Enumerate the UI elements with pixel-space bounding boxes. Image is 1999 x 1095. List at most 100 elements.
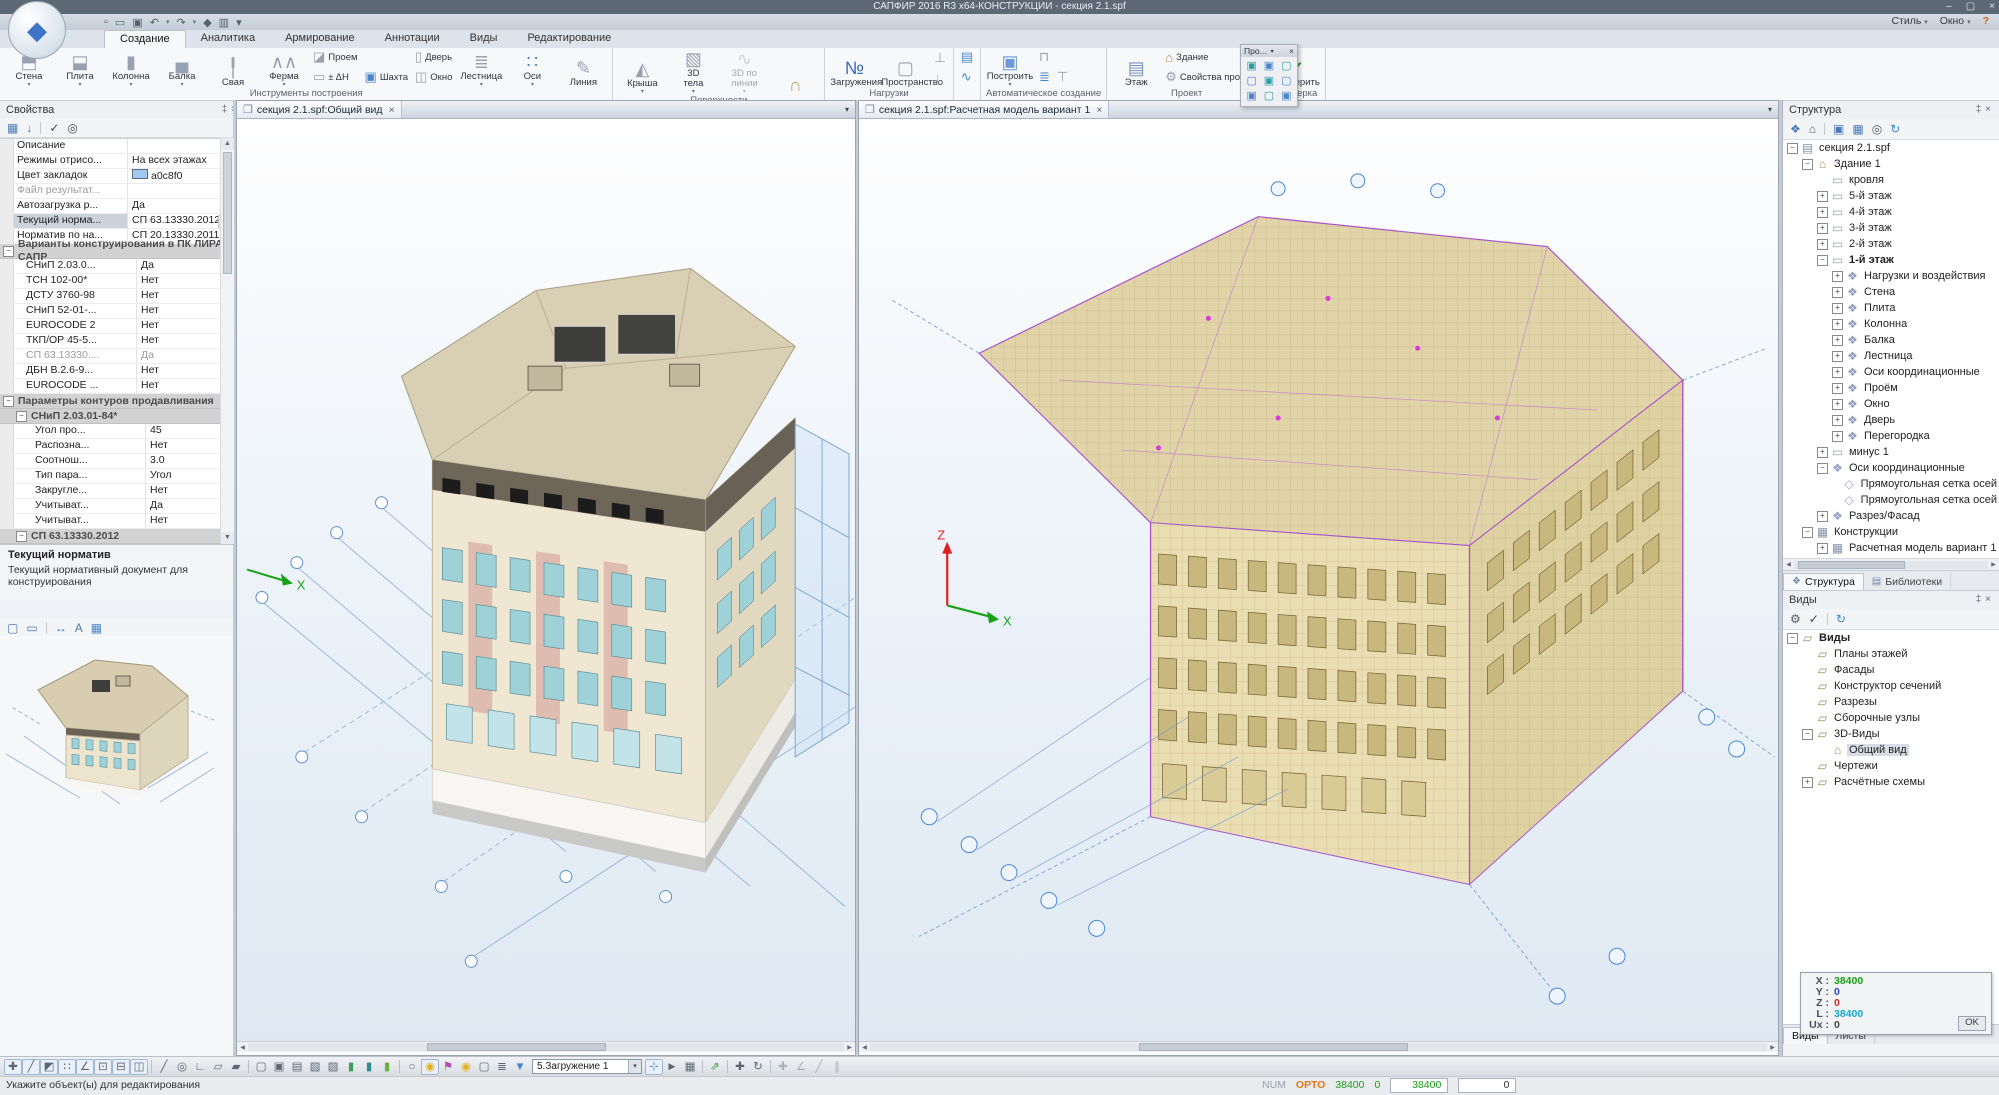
property-group[interactable]: −СНиП 2.03.01-84* (0, 409, 233, 424)
viewport1-menu-icon[interactable]: ▾ (839, 105, 855, 114)
property-value[interactable]: Нет (137, 274, 233, 288)
structure-tree-item-5[interactable]: +▭3-й этаж (1783, 220, 1999, 236)
pin-icon[interactable]: ‡ (1976, 104, 1986, 115)
property-row[interactable]: Файл результат... (0, 184, 233, 199)
structure-tree-item-24[interactable]: −▦Конструкции (1783, 524, 1999, 540)
export-icon[interactable]: ▣ (1833, 122, 1844, 136)
expand-icon[interactable]: + (1832, 399, 1843, 410)
ribbon-button-0-2[interactable]: ▮Колонна▾ (107, 52, 155, 88)
expand-icon[interactable]: + (1832, 271, 1843, 282)
scroll-right-icon[interactable]: ▶ (844, 1044, 855, 1051)
structure-tree-item-8[interactable]: +❖Нагрузки и воздействия (1783, 268, 1999, 284)
draw-circle-icon[interactable]: ◎ (173, 1059, 191, 1075)
ribbon-button-1-0[interactable]: ◭Крыша▾ (618, 59, 666, 95)
views-tree-item-5[interactable]: ▱Сборочные узлы (1783, 710, 1999, 726)
scale-disabled-icon[interactable]: ∠ (792, 1059, 810, 1075)
status-field-0[interactable]: 38400 (1390, 1078, 1448, 1093)
ribbon-button-0-5[interactable]: ∧∧Ферма▾ (260, 52, 308, 88)
snap-angle-icon[interactable]: ∠ (76, 1059, 94, 1075)
views-tree-item-8[interactable]: ▱Чертежи (1783, 758, 1999, 774)
export-icon[interactable]: ⇗ (706, 1059, 724, 1075)
property-row[interactable]: EUROCODE 2Нет (0, 319, 233, 334)
menu-1[interactable]: Окно ▾ (1940, 15, 1971, 27)
expand-icon[interactable]: + (1802, 777, 1813, 788)
ribbon-button-5-0[interactable]: ▤Этаж (1112, 58, 1160, 88)
close-icon[interactable]: × (1985, 104, 1995, 115)
palette-icon-7[interactable]: ▣ (1244, 90, 1259, 103)
viewport1-canvas[interactable]: X (237, 119, 855, 1041)
page-icon[interactable]: ▢ (7, 621, 18, 635)
bulb-off-icon[interactable]: ○ (403, 1059, 421, 1075)
ribbon-button-4-0[interactable]: ▣Построить▾ (986, 52, 1034, 88)
ribbon-button-1-3[interactable]: ∩ (771, 75, 819, 95)
expand-icon[interactable]: + (1832, 367, 1843, 378)
expand-icon[interactable]: + (1832, 383, 1843, 394)
search-icon[interactable]: ◎ (67, 121, 77, 135)
snap-grid-icon[interactable]: ∷ (58, 1059, 76, 1075)
structure-tree-item-12[interactable]: +❖Балка (1783, 332, 1999, 348)
property-row[interactable]: ТСН 102-00*Нет (0, 274, 233, 289)
viewport2-tab[interactable]: ❒ секция 2.1.spf:Расчетная модель вариан… (859, 101, 1109, 118)
snap-line-icon[interactable]: ╱ (22, 1059, 40, 1075)
ribbon-small-button-4-1-1[interactable]: ≣ (1039, 69, 1050, 85)
collapse-icon[interactable]: − (1817, 255, 1828, 266)
collapse-icon[interactable]: − (1817, 463, 1828, 474)
property-value[interactable]: Нет (137, 364, 233, 378)
viewport1-hscrollbar[interactable]: ◀ ▶ (237, 1041, 855, 1052)
viewport2-canvas[interactable]: Z X (859, 119, 1778, 1041)
structure-tree-item-6[interactable]: +▭2-й этаж (1783, 236, 1999, 252)
palette-icon-8[interactable]: ▢ (1261, 90, 1276, 103)
structure-hscrollbar[interactable]: ◀ ▶ (1783, 558, 1999, 570)
structure-tree-item-7[interactable]: −▭1-й этаж (1783, 252, 1999, 268)
property-row[interactable]: Угол про...45 (0, 424, 233, 439)
structure-tree-item-20[interactable]: −❖Оси координационные (1783, 460, 1999, 476)
scroll-thumb[interactable] (1798, 561, 1905, 569)
open-file-icon[interactable]: ▭ (115, 16, 125, 29)
property-group[interactable]: −Варианты конструирования в ПК ЛИРА-САПР (0, 244, 233, 259)
menu-0[interactable]: Стиль ▾ (1891, 15, 1927, 27)
expand-icon[interactable]: + (1832, 351, 1843, 362)
expand-icon[interactable]: + (1832, 335, 1843, 346)
ribbon-button-1-1[interactable]: ▧3D тела▾ (669, 49, 717, 95)
apply-icon[interactable]: ✓ (49, 121, 59, 135)
structure-tree-item-11[interactable]: +❖Колонна (1783, 316, 1999, 332)
structure-tree-item-21[interactable]: ◇Прямоугольная сетка осей (1783, 476, 1999, 492)
move-disabled-icon[interactable]: ✚ (774, 1059, 792, 1075)
views-tree-item-3[interactable]: ▱Конструктор сечений (1783, 678, 1999, 694)
property-row[interactable]: Автозагрузка р...Да (0, 199, 233, 214)
slope-disabled-icon[interactable]: ╱ (810, 1059, 828, 1075)
ribbon-button-0-9[interactable]: ≣Лестница▾ (457, 52, 505, 88)
scroll-thumb[interactable] (427, 1043, 606, 1051)
property-value[interactable] (128, 139, 233, 153)
expand-icon[interactable]: + (1832, 319, 1843, 330)
collapse-icon[interactable]: − (3, 396, 14, 407)
collapse-icon[interactable]: − (1787, 143, 1798, 154)
polygon2-icon[interactable]: ▰ (227, 1059, 245, 1075)
column-green-icon[interactable]: ▮ (342, 1059, 360, 1075)
structure-tree-item-9[interactable]: +❖Стена (1783, 284, 1999, 300)
viewport2-close-icon[interactable]: × (1096, 104, 1102, 116)
structure-tree-item-2[interactable]: ▭кровля (1783, 172, 1999, 188)
ribbon-button-0-3[interactable]: ▄Балка▾ (158, 52, 206, 88)
ribbon-button-2-1[interactable]: ▢Пространство (881, 58, 929, 88)
property-row[interactable]: ДБН В.2.6-9...Нет (0, 364, 233, 379)
property-row[interactable]: Учитыват...Да (0, 499, 233, 514)
ribbon-button-0-4[interactable]: ╿Свая (209, 58, 257, 88)
parallel-disabled-icon[interactable]: ∥ (828, 1059, 846, 1075)
palette-dropdown-icon[interactable]: ▾ (1271, 48, 1274, 55)
help-icon[interactable]: ? (1983, 15, 1989, 27)
apply-icon[interactable]: ✓ (1809, 612, 1819, 626)
property-row[interactable]: Описание (0, 139, 233, 154)
expand-icon[interactable]: + (1832, 431, 1843, 442)
status-field-1[interactable]: 0 (1458, 1078, 1516, 1093)
dropdown-caret-icon[interactable]: ▾ (166, 18, 170, 26)
property-row[interactable]: СНиП 52-01-...Нет (0, 304, 233, 319)
overflow-icon[interactable]: ▾ (236, 16, 242, 29)
bulb2-icon[interactable]: ◉ (457, 1059, 475, 1075)
collapse-icon[interactable]: − (1802, 159, 1813, 170)
sync-icon[interactable]: ◆ (203, 16, 211, 29)
structure-tree-item-1[interactable]: −⌂Здание 1 (1783, 156, 1999, 172)
viewport2-menu-icon[interactable]: ▾ (1762, 105, 1778, 114)
structure-tree-item-15[interactable]: +❖Проём (1783, 380, 1999, 396)
property-row[interactable]: Учитыват...Нет (0, 514, 233, 529)
